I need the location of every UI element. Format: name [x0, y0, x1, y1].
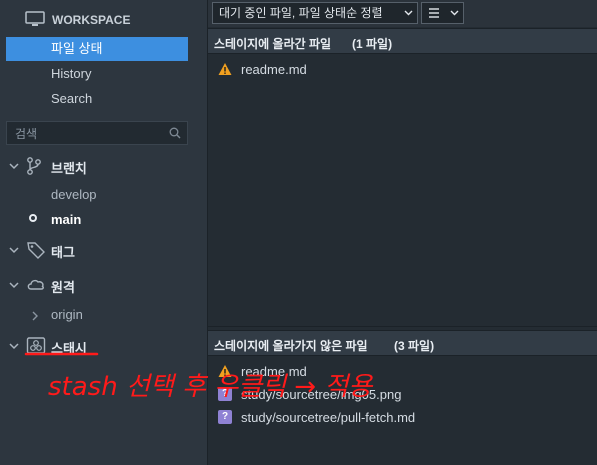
list-icon	[428, 8, 440, 26]
workspace-label: WORKSPACE	[52, 13, 131, 27]
toolbar: 대기 중인 파일, 파일 상태순 정렬	[208, 0, 597, 27]
chevron-down-icon[interactable]	[9, 278, 19, 293]
main-panel: 대기 중인 파일, 파일 상태순 정렬 스테이지에 올라간 파일 (1 파일) …	[208, 0, 597, 465]
warning-icon	[218, 62, 232, 76]
file-filter-select[interactable]: 대기 중인 파일, 파일 상태순 정렬	[212, 2, 418, 24]
nav-history[interactable]: History	[6, 62, 188, 86]
tag-icon	[26, 240, 46, 263]
unstaged-count: (3 파일)	[394, 339, 435, 353]
section-remotes-label: 원격	[51, 280, 75, 295]
section-tags[interactable]: 태그	[0, 239, 207, 261]
section-stashes[interactable]: 스태시	[0, 335, 207, 357]
nav-file-status[interactable]: 파일 상태	[6, 37, 188, 61]
chevron-down-icon	[450, 3, 459, 29]
sidebar-search	[6, 121, 188, 146]
chevron-down-icon[interactable]	[9, 243, 19, 258]
cloud-icon	[26, 275, 46, 296]
file-filter-label: 대기 중인 파일, 파일 상태순 정렬	[219, 6, 383, 20]
unstaged-file-row[interactable]: ? study/sourcetree/img05.png	[208, 384, 597, 406]
staged-file-name: readme.md	[241, 62, 307, 77]
unstaged-header: 스테이지에 올라가지 않은 파일 (3 파일)	[208, 330, 597, 356]
unstaged-title: 스테이지에 올라가지 않은 파일	[214, 339, 368, 353]
warning-icon	[218, 364, 232, 378]
question-icon: ?	[218, 410, 232, 424]
pane-splitter[interactable]	[208, 326, 597, 327]
staged-file-row[interactable]: readme.md	[208, 59, 597, 81]
sidebar: WORKSPACE 파일 상태 History Search 브랜치 devel…	[0, 0, 207, 465]
chevron-down-icon[interactable]	[9, 339, 19, 354]
unstaged-file-name: study/sourcetree/pull-fetch.md	[241, 410, 416, 425]
staged-count: (1 파일)	[352, 37, 393, 51]
section-branches[interactable]: 브랜치	[0, 155, 207, 177]
unstaged-file-row[interactable]: ? study/sourcetree/pull-fetch.md	[208, 407, 597, 429]
workspace-header: WORKSPACE	[25, 10, 130, 30]
question-icon: ?	[218, 387, 232, 401]
search-icon	[169, 127, 181, 142]
section-branches-label: 브랜치	[51, 161, 87, 176]
staged-title: 스테이지에 올라간 파일	[214, 37, 332, 51]
chevron-right-icon[interactable]	[31, 309, 39, 324]
staged-header: 스테이지에 올라간 파일 (1 파일)	[208, 28, 597, 54]
stash-icon	[26, 336, 46, 359]
section-stashes-label: 스태시	[51, 341, 87, 356]
unstaged-file-row[interactable]: readme.md	[208, 361, 597, 383]
current-branch-icon	[29, 214, 37, 222]
chevron-down-icon[interactable]	[9, 159, 19, 174]
branch-main[interactable]: main	[51, 212, 81, 227]
view-options-select[interactable]	[421, 2, 464, 24]
chevron-down-icon	[404, 3, 413, 29]
monitor-icon	[25, 10, 45, 30]
remote-origin[interactable]: origin	[51, 307, 83, 322]
unstaged-file-name: readme.md	[241, 364, 307, 379]
branch-icon	[26, 156, 42, 179]
section-remotes[interactable]: 원격	[0, 274, 207, 296]
sidebar-search-input[interactable]	[13, 122, 167, 146]
nav-search[interactable]: Search	[6, 87, 188, 111]
section-tags-label: 태그	[51, 245, 75, 260]
unstaged-file-name: study/sourcetree/img05.png	[241, 387, 402, 402]
branch-develop[interactable]: develop	[51, 187, 97, 202]
